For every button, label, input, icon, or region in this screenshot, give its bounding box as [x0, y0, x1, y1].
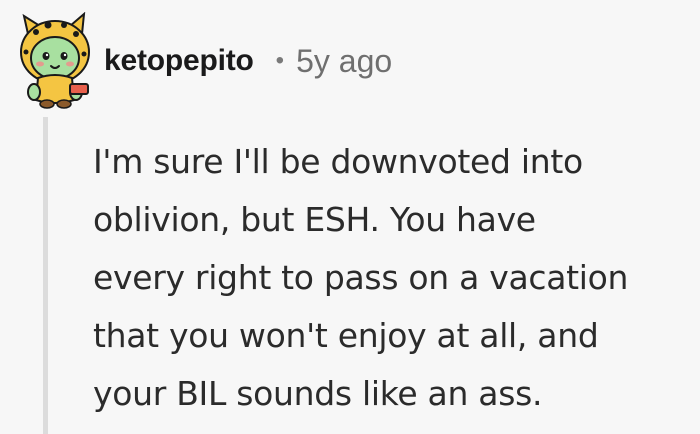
user-avatar-icon[interactable]	[14, 11, 96, 112]
meta-separator: •	[275, 47, 285, 74]
comment-body-line: oblivion, but ESH. You have	[93, 200, 536, 239]
comment-card: ketopepito • 5y ago I'm sure I'll be dow…	[0, 0, 700, 434]
author-username[interactable]: ketopepito	[104, 44, 254, 78]
collapse-thread-line[interactable]	[43, 117, 48, 434]
comment-body-line: every right to pass on a vacation	[93, 258, 629, 297]
comment-body: I'm sure I'll be downvoted into oblivion…	[93, 133, 693, 423]
comment-timestamp[interactable]: 5y ago	[296, 43, 392, 80]
comment-body-line: I'm sure I'll be downvoted into	[93, 142, 583, 181]
avatar-illustration	[20, 11, 90, 109]
comment-body-line: your BIL sounds like an ass.	[93, 374, 543, 413]
comment-header: ketopepito • 5y ago	[104, 36, 392, 86]
comment-body-line: that you won't enjoy at all, and	[93, 316, 599, 355]
